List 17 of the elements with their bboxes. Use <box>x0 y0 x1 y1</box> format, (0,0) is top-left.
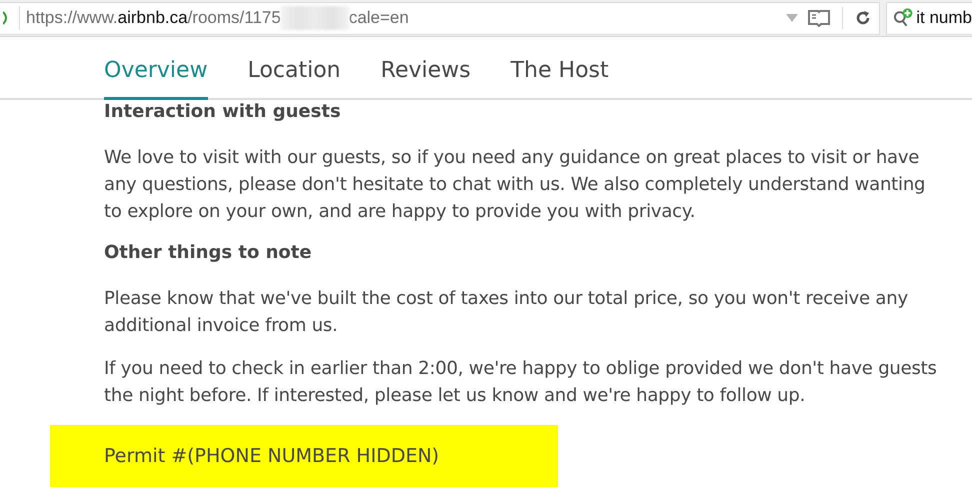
paragraph: We love to visit with our guests, so if you need any guidance on great places to visit or have any questions, please don't hesitate to chat with us. We also completely understand wanting to explore on your own, and are happy to provide you with privacy. <box>104 146 926 224</box>
refresh-icon[interactable] <box>855 10 871 26</box>
tab[interactable]: The Host <box>510 37 609 100</box>
url-text: https://www.airbnb.ca/rooms/1175 cale=en <box>19 6 409 30</box>
highlighted-note: Permit #(PHONE NUMBER HIDDEN) <box>50 425 558 487</box>
paragraph: If you need to check in earlier than 2:00, we're happy to oblige provided we don't have guests the night before. If interested, please let us know and we're happy to follow up. <box>104 357 938 408</box>
tab[interactable]: Overview <box>104 37 208 100</box>
blurred-region <box>280 6 349 30</box>
search-icon <box>893 8 914 28</box>
tab[interactable]: Reviews <box>380 37 471 100</box>
book-icon[interactable] <box>808 9 830 28</box>
address-bar[interactable]: https://www.airbnb.ca/rooms/1175 cale=en <box>0 2 880 35</box>
search-field[interactable]: it numb <box>886 2 972 35</box>
paragraph: Please know that we've built the cost of taxes into our total price, so you won't receive any additional invoice from us. <box>104 287 909 338</box>
section-heading: Other things to note <box>104 241 313 265</box>
tab[interactable]: Location <box>248 37 341 100</box>
section-heading: Interaction with guests <box>104 100 342 124</box>
